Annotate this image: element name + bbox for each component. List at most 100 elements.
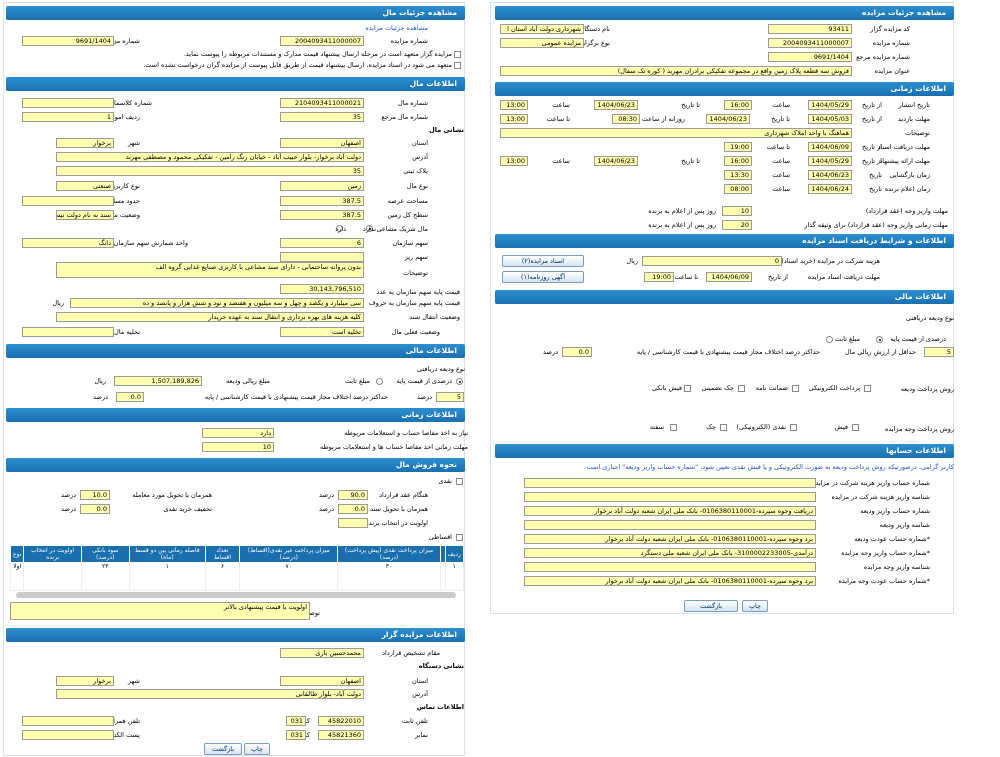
method-receipt-checkbox[interactable] bbox=[684, 385, 691, 392]
label: دارد bbox=[335, 225, 346, 233]
deposit-fixed-radio[interactable] bbox=[376, 378, 383, 385]
table-cell: ۶ bbox=[204, 562, 241, 591]
account-field bbox=[524, 520, 816, 530]
label: حداقل از ارزش ریالی مال bbox=[844, 348, 916, 356]
back-button[interactable]: بازگشت bbox=[684, 600, 738, 612]
method-electronic-checkbox[interactable] bbox=[864, 385, 871, 392]
org-address-field: دولت آباد- بلوار طالقانی bbox=[56, 689, 364, 699]
section-subtitle: نشانی مال bbox=[429, 126, 464, 134]
pay-cheque-checkbox[interactable] bbox=[720, 424, 727, 431]
min-percent-field: 5 bbox=[924, 347, 954, 357]
label: حداکثر درصد اختلاف مجاز قیمت پیشنهادی با… bbox=[204, 393, 388, 401]
print-button[interactable]: چاپ bbox=[742, 600, 768, 612]
label: حداکثر درصد اختلاف مجاز قیمت پیشنهادی با… bbox=[636, 348, 820, 356]
account-field bbox=[524, 562, 816, 572]
label: مهلت واریز وجه (عقد قرارداد) bbox=[865, 207, 948, 215]
auction-type-field: مزایده عمومی bbox=[500, 38, 584, 48]
installment-table: ردیف میزان پرداخت نقدی (پیش پرداخت) (درص… bbox=[9, 545, 465, 591]
pay-electronic-checkbox[interactable] bbox=[790, 424, 797, 431]
accounts-note: کاربر گرامی، درصورتیکه روش پرداخت ودیعه … bbox=[584, 463, 954, 471]
newspaper-ad-button[interactable]: آگهی روزنامه(۱) bbox=[502, 271, 584, 283]
clearance-deadline-field: 10 bbox=[202, 442, 274, 452]
pay-bond-checkbox[interactable] bbox=[670, 424, 677, 431]
label: عنوان مزایده bbox=[874, 67, 910, 75]
label: همزمان با تحویل سند bbox=[370, 505, 428, 513]
section-header-conditions: اطلاعات و شرایط دریافت اسناد مزایده bbox=[495, 234, 954, 248]
label: درصدی از قیمت پایه bbox=[890, 335, 947, 343]
pay-receipt-checkbox[interactable] bbox=[852, 424, 859, 431]
label: نقدی bbox=[438, 477, 452, 485]
auction-no-field: 2004093411000007 bbox=[768, 38, 852, 48]
label: روش پرداخت وجه مزایده bbox=[884, 425, 954, 433]
label: تا تاریخ bbox=[681, 157, 700, 165]
property-no-field: 2104093411000021 bbox=[280, 98, 364, 108]
auction-documents-button[interactable]: اسناد مزایده(۲) bbox=[502, 255, 584, 267]
label: شماره کلاسمان bbox=[109, 99, 152, 107]
publish-from-time: 16:00 bbox=[724, 100, 752, 110]
label: تلفن همراه bbox=[109, 717, 140, 725]
back-button[interactable]: بازگشت bbox=[204, 743, 242, 755]
label: پلاک ثبتی bbox=[403, 167, 428, 175]
label: چک تضمینی bbox=[701, 384, 734, 392]
ref-no-field: 9691/1404 bbox=[22, 36, 114, 46]
label: درصد bbox=[543, 348, 558, 356]
table-header: فاصله زمانی بین دو قسط (ماه) bbox=[128, 545, 206, 563]
org-name-field: شهرداری دولت آباد استان ا bbox=[500, 24, 584, 34]
contract-percent-field: 90.0 bbox=[338, 490, 368, 500]
label: درصد bbox=[319, 505, 334, 513]
label: مساحت عرصه bbox=[387, 197, 428, 205]
deadline-date: 1404/06/09 bbox=[706, 272, 752, 282]
label: اولویت در انتخاب برنده bbox=[365, 519, 428, 527]
label: توضیحات bbox=[403, 269, 428, 277]
section-header-details: مشاهده جزئیات مزایده bbox=[495, 6, 954, 20]
ref-no-field: 9691/1404 bbox=[768, 52, 852, 62]
label: تا ساعت bbox=[674, 273, 698, 281]
signer-field: محمدحسین باری bbox=[280, 648, 364, 658]
docs-from-date: 1404/06/09 bbox=[808, 142, 852, 152]
table-header: میزان پرداخت نقدی (پیش پرداخت) (درصد) bbox=[337, 545, 441, 563]
label: از تاریخ bbox=[768, 273, 788, 281]
label: مهلت زمانی اخذ مفاصا حساب ها و استعلامات… bbox=[319, 443, 468, 451]
property-description: بدون پروانه ساختمانی - دارای سند مشاعی ب… bbox=[56, 262, 364, 278]
bounds-field bbox=[22, 196, 114, 206]
method-guarantee-checkbox[interactable] bbox=[792, 385, 799, 392]
label: ضمانت نامه bbox=[755, 384, 788, 392]
label: شماره حساب واریز ودیعه bbox=[860, 507, 930, 515]
label: از تاریخ bbox=[862, 143, 882, 151]
account-field bbox=[524, 478, 816, 488]
deposit-percent-radio[interactable] bbox=[876, 336, 883, 343]
deposit-amount-field: 1,507,189,826 bbox=[114, 376, 202, 386]
deposit-fixed-radio[interactable] bbox=[826, 336, 833, 343]
with-deal-field: 10.0 bbox=[80, 490, 110, 500]
fax-code-field: 031 bbox=[286, 730, 306, 740]
evacuation-field bbox=[22, 327, 114, 337]
mobile-field bbox=[22, 716, 114, 726]
method-cheque-checkbox[interactable] bbox=[738, 385, 745, 392]
table-header: تعداد اقساط bbox=[204, 545, 241, 563]
table-header-row: ردیف میزان پرداخت نقدی (پیش پرداخت) (درص… bbox=[9, 545, 465, 563]
label: شهر bbox=[127, 139, 140, 147]
deposit-percent-radio[interactable] bbox=[456, 378, 463, 385]
label: تاریخ bbox=[869, 171, 882, 179]
offer-from-date: 1404/05/29 bbox=[808, 156, 852, 166]
section-header-time: اطلاعات زمانی bbox=[495, 82, 954, 96]
table-row: ۱ ۳۰ ۷۰ ۶ ۱ ۲۳ اولا bbox=[9, 562, 465, 591]
label: همزمان با تحویل مورد معامله bbox=[132, 491, 212, 499]
table-scrollbar[interactable] bbox=[16, 592, 456, 598]
province-field: اصفهان bbox=[280, 138, 364, 148]
label: زمان اعلام برنده bbox=[884, 185, 930, 193]
label: *شماره حساب عودت وجه مزایده bbox=[838, 577, 930, 585]
label: تاریخ bbox=[869, 185, 882, 193]
installment-checkbox bbox=[456, 534, 463, 541]
print-button[interactable]: چاپ bbox=[244, 743, 270, 755]
label: روزانه از ساعت bbox=[641, 115, 685, 123]
label: مبلغ ثابت bbox=[834, 335, 860, 343]
visit-from-date: 1404/05/03 bbox=[808, 114, 852, 124]
label: درصد bbox=[93, 393, 108, 401]
view-auction-details-link[interactable]: مشاهده جزئیات مزایده bbox=[365, 24, 428, 32]
label: نمابر bbox=[415, 731, 428, 739]
use-field: صنعتی bbox=[56, 181, 114, 191]
account-field: برد وجوه سپرده-0106380110001- بانک ملی ا… bbox=[524, 534, 816, 544]
label: سفته bbox=[649, 423, 664, 431]
offer-to-time: 13:00 bbox=[500, 156, 528, 166]
